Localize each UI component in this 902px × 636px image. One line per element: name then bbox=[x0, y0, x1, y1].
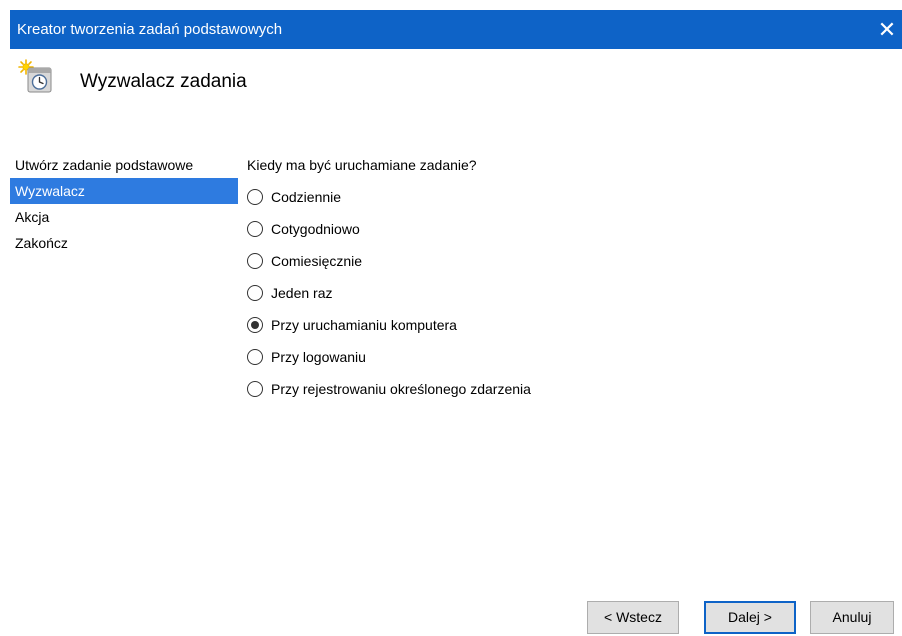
close-icon[interactable]: ✕ bbox=[872, 10, 902, 49]
radio-label[interactable]: Cotygodniowo bbox=[271, 213, 360, 245]
wizard-header: Wyzwalacz zadania bbox=[10, 49, 902, 109]
radio-option-on-event[interactable]: Przy rejestrowaniu określonego zdarzenia bbox=[247, 373, 887, 405]
radio-option-monthly[interactable]: Comiesięcznie bbox=[247, 245, 887, 277]
page-title: Wyzwalacz zadania bbox=[80, 71, 247, 92]
radio-label[interactable]: Jeden raz bbox=[271, 277, 332, 309]
wizard-button-bar: < Wstecz Dalej > Anuluj bbox=[10, 601, 902, 636]
radio-label[interactable]: Przy uruchamianiu komputera bbox=[271, 309, 457, 341]
cancel-button[interactable]: Anuluj bbox=[810, 601, 894, 634]
radio-option-at-logon[interactable]: Przy logowaniu bbox=[247, 341, 887, 373]
nav-item-action[interactable]: Akcja bbox=[10, 204, 238, 230]
wizard-steps-nav: Utwórz zadanie podstawowe Wyzwalacz Akcj… bbox=[10, 152, 238, 256]
nav-item-create-basic-task[interactable]: Utwórz zadanie podstawowe bbox=[10, 152, 238, 178]
trigger-radio-group: Codziennie Cotygodniowo Comiesięcznie Je… bbox=[247, 181, 887, 405]
radio-button[interactable] bbox=[247, 189, 263, 205]
radio-label[interactable]: Comiesięcznie bbox=[271, 245, 362, 277]
title-bar: Kreator tworzenia zadań podstawowych ✕ bbox=[10, 10, 902, 49]
radio-option-one-time[interactable]: Jeden raz bbox=[247, 277, 887, 309]
trigger-content: Kiedy ma być uruchamiane zadanie? Codzie… bbox=[247, 152, 887, 405]
radio-option-daily[interactable]: Codziennie bbox=[247, 181, 887, 213]
radio-button[interactable] bbox=[247, 317, 263, 333]
nav-item-trigger[interactable]: Wyzwalacz bbox=[10, 178, 238, 204]
wizard-window: Kreator tworzenia zadań podstawowych ✕ W… bbox=[10, 10, 902, 636]
radio-option-at-startup[interactable]: Przy uruchamianiu komputera bbox=[247, 309, 887, 341]
radio-label[interactable]: Przy rejestrowaniu określonego zdarzenia bbox=[271, 373, 531, 405]
radio-label[interactable]: Codziennie bbox=[271, 181, 341, 213]
radio-button[interactable] bbox=[247, 285, 263, 301]
next-button[interactable]: Dalej > bbox=[704, 601, 796, 634]
radio-button[interactable] bbox=[247, 253, 263, 269]
back-button[interactable]: < Wstecz bbox=[587, 601, 679, 634]
window-title: Kreator tworzenia zadań podstawowych bbox=[17, 21, 283, 38]
task-clock-icon bbox=[18, 59, 54, 95]
trigger-question: Kiedy ma być uruchamiane zadanie? bbox=[247, 157, 477, 173]
radio-button[interactable] bbox=[247, 381, 263, 397]
radio-button[interactable] bbox=[247, 349, 263, 365]
radio-option-weekly[interactable]: Cotygodniowo bbox=[247, 213, 887, 245]
nav-item-finish[interactable]: Zakończ bbox=[10, 230, 238, 256]
radio-selected-dot bbox=[251, 321, 259, 329]
radio-button[interactable] bbox=[247, 221, 263, 237]
radio-label[interactable]: Przy logowaniu bbox=[271, 341, 366, 373]
